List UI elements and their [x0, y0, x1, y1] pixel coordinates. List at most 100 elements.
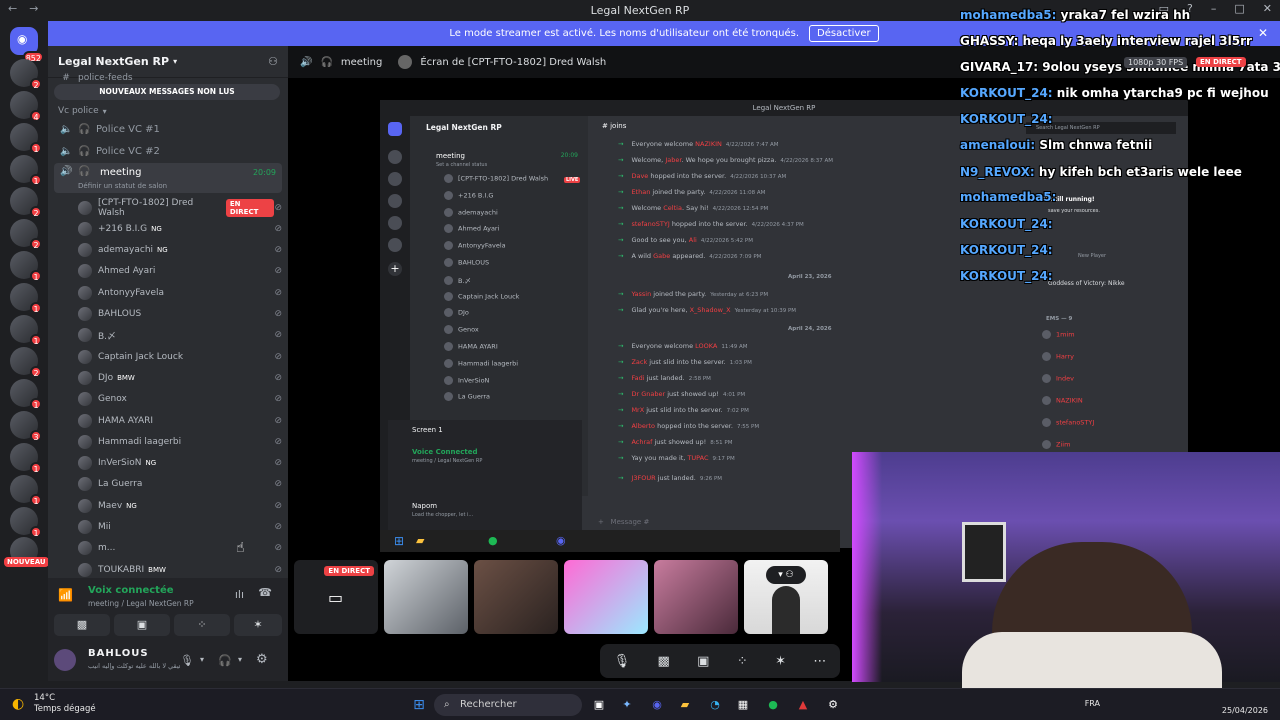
- minimize-icon[interactable]: –: [1211, 2, 1217, 15]
- disconnect-icon[interactable]: ☎: [258, 586, 272, 599]
- server-icon[interactable]: 1: [10, 315, 42, 346]
- server-icon[interactable]: 1: [10, 283, 42, 314]
- voice-member[interactable]: Mii ⊘: [78, 518, 282, 537]
- user-panel: BAHLOUS ربنا توفيقي لا بالله عليه توكلت …: [48, 643, 288, 681]
- noise-suppression-icon[interactable]: ılı: [235, 588, 244, 601]
- server-icon[interactable]: 1: [10, 475, 42, 506]
- voice-member[interactable]: Ahmed Ayari ⊘: [78, 262, 282, 281]
- channel-meeting[interactable]: 🔊 🎧 meeting 20:09 Définir un statut de s…: [54, 163, 282, 193]
- camera-off-icon[interactable]: ▩: [658, 654, 670, 669]
- server-icon[interactable]: 2: [10, 219, 42, 250]
- camera-off-button[interactable]: ▩: [54, 614, 110, 636]
- voice-member[interactable]: ademayachi NG ⊘: [78, 241, 282, 260]
- voice-member[interactable]: HAMA AYARI ⊘: [78, 411, 282, 430]
- member-name: B.〆: [98, 331, 117, 342]
- activities-button[interactable]: ⁘: [174, 614, 230, 636]
- voice-member[interactable]: InVerSioN NG ⊘: [78, 454, 282, 473]
- participant-tile[interactable]: [384, 560, 468, 634]
- soundboard-icon[interactable]: ✶: [775, 654, 786, 669]
- server-icon[interactable]: 4: [10, 91, 42, 122]
- deafened-icon: ⊘: [274, 330, 282, 341]
- avatar: [444, 375, 453, 385]
- headphones-icon[interactable]: 🎧: [218, 654, 232, 667]
- voice-member[interactable]: La Guerra ⊘: [78, 475, 282, 494]
- disable-streamer-mode-button[interactable]: Désactiver: [809, 25, 879, 42]
- channel-police-feeds[interactable]: # police-feeds: [48, 72, 288, 84]
- participant-tile[interactable]: [474, 560, 558, 634]
- participant-tile[interactable]: ▾ ⚇: [744, 560, 828, 634]
- weather-widget[interactable]: 14°C Temps dégagé: [34, 693, 96, 715]
- server-icon[interactable]: 2: [10, 59, 42, 90]
- voice-member[interactable]: B.〆 ⊘: [78, 326, 282, 345]
- voice-member[interactable]: Genox ⊘: [78, 390, 282, 409]
- deafened-icon: ⊘: [274, 500, 282, 511]
- share-screen-button[interactable]: ▣: [114, 614, 170, 636]
- voice-member[interactable]: Hammadi laagerbi ⊘: [78, 432, 282, 451]
- server-icon[interactable]: 1: [10, 379, 42, 410]
- language-indicator[interactable]: FRA: [1085, 699, 1100, 708]
- screen-share-icon[interactable]: ▣: [697, 654, 709, 669]
- spotify-icon[interactable]: ●: [764, 696, 782, 714]
- set-channel-status[interactable]: Définir un statut de salon: [78, 182, 167, 190]
- mic-icon[interactable]: 🎙: [614, 654, 631, 669]
- voice-member[interactable]: AntonyyFavela ⊘: [78, 283, 282, 302]
- store-icon[interactable]: ▦: [734, 696, 752, 714]
- voice-member[interactable]: +216 B.I.G NG ⊘: [78, 219, 282, 238]
- copilot-icon[interactable]: ✦: [618, 696, 636, 714]
- tile-overlay-controls[interactable]: ▾ ⚇: [766, 566, 806, 584]
- start-menu-icon[interactable]: ⊞: [410, 696, 428, 714]
- chevron-down-icon[interactable]: ▾: [238, 655, 242, 664]
- mic-icon[interactable]: 🎙: [180, 654, 194, 667]
- category-vc-police[interactable]: Vc police ▾: [48, 102, 288, 120]
- edge-icon[interactable]: ◔: [706, 696, 724, 714]
- server-icon[interactable]: 3: [10, 411, 42, 442]
- voice-member[interactable]: TOUKABRI BMW ⊘: [78, 560, 282, 579]
- clock[interactable]: 25/04/2026: [1222, 694, 1268, 716]
- server-icon[interactable]: 1: [10, 155, 42, 186]
- server-icon[interactable]: 1: [10, 507, 42, 538]
- settings-gear-icon[interactable]: ⚙: [824, 696, 842, 714]
- voice-member[interactable]: Captain Jack Louck ⊘: [78, 347, 282, 366]
- add-member-icon[interactable]: ⚇: [268, 55, 278, 68]
- voice-member[interactable]: BAHLOUS ⊘: [78, 305, 282, 324]
- soundboard-button[interactable]: ✶: [234, 614, 282, 636]
- home-button[interactable]: ◉ 852: [10, 27, 44, 63]
- shared-ems-member: Ziim: [1042, 440, 1070, 449]
- channel-police-vc-2[interactable]: 🔈 🎧 Police VC #2: [48, 142, 288, 160]
- server-icon[interactable]: 2: [10, 187, 42, 218]
- chat-message: KORKOUT_24:: [960, 243, 1053, 257]
- voice-status[interactable]: Voix connectée: [88, 585, 174, 596]
- taskbar-search[interactable]: ⌕ Rechercher: [434, 694, 582, 716]
- close-icon[interactable]: ✕: [1263, 2, 1272, 15]
- app-icon[interactable]: ▲: [794, 696, 812, 714]
- header-channel[interactable]: meeting: [341, 57, 382, 68]
- weather-icon[interactable]: ◐: [12, 696, 24, 712]
- participant-tile[interactable]: [564, 560, 648, 634]
- task-view-icon[interactable]: ▣: [590, 696, 608, 714]
- more-icon[interactable]: ⋯: [813, 654, 826, 669]
- server-icon[interactable]: 1: [10, 251, 42, 282]
- close-banner-icon[interactable]: ✕: [1258, 26, 1268, 40]
- server-icon[interactable]: 1: [10, 123, 42, 154]
- avatar[interactable]: [54, 649, 76, 671]
- forward-arrow-icon[interactable]: →: [29, 2, 38, 15]
- settings-gear-icon[interactable]: ⚙: [256, 652, 268, 667]
- avatar: [772, 586, 800, 634]
- voice-member[interactable]: m... ⊘: [78, 539, 282, 558]
- participant-tile[interactable]: [654, 560, 738, 634]
- voice-location[interactable]: meeting / Legal NextGen RP: [88, 599, 194, 608]
- channel-police-vc-1[interactable]: 🔈 🎧 Police VC #1: [48, 120, 288, 138]
- folder-icon[interactable]: ▰: [676, 696, 694, 714]
- new-messages-pill[interactable]: NOUVEAUX MESSAGES NON LUS: [54, 84, 280, 100]
- back-arrow-icon[interactable]: ←: [8, 2, 17, 15]
- stream-tile[interactable]: EN DIRECT ▭: [294, 560, 378, 634]
- voice-member[interactable]: DJo BMW ⊘: [78, 368, 282, 387]
- server-icon[interactable]: 1: [10, 443, 42, 474]
- chevron-down-icon[interactable]: ▾: [200, 655, 204, 664]
- server-icon[interactable]: 2: [10, 347, 42, 378]
- activities-icon[interactable]: ⁘: [737, 654, 748, 669]
- voice-member[interactable]: Maev NG ⊘: [78, 496, 282, 515]
- maximize-icon[interactable]: □: [1234, 2, 1244, 15]
- discord-icon[interactable]: ◉: [648, 696, 666, 714]
- voice-member[interactable]: [CPT-FTO-1802] Dred Walsh EN DIRECT ⊘: [78, 198, 282, 218]
